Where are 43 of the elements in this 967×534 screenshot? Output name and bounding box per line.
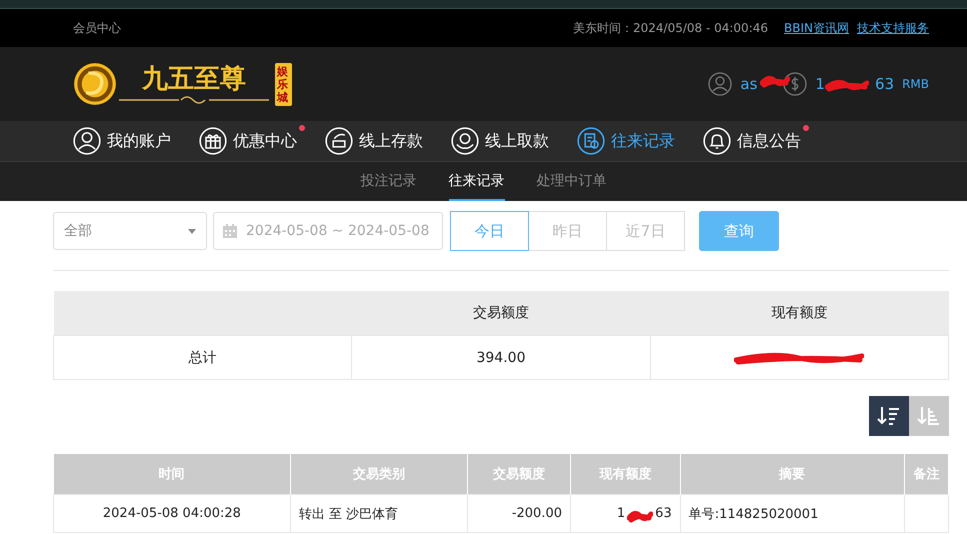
- sub-tab[interactable]: 投注记录: [360, 162, 416, 201]
- currency: RMB: [902, 77, 929, 91]
- username: as: [740, 75, 758, 93]
- type-select[interactable]: 全部: [53, 212, 207, 250]
- table-cell: 总计: [54, 336, 352, 380]
- nav-item[interactable]: 我的账户: [73, 127, 171, 155]
- nav-item[interactable]: 优惠中心: [199, 127, 297, 155]
- logo-emblem-icon: [73, 62, 117, 106]
- bell-icon: [703, 127, 731, 155]
- table-cell: 单号:114825020001: [680, 494, 904, 532]
- nav-item[interactable]: 线上取款: [451, 127, 549, 155]
- brand-name: 九五至尊: [142, 63, 246, 95]
- sub-tab[interactable]: 处理中订单: [536, 162, 606, 201]
- dollar-icon: [783, 72, 808, 96]
- balance-amount: 1: [815, 75, 825, 93]
- sort-descending-button[interactable]: [869, 396, 909, 436]
- calendar-icon: [222, 223, 238, 239]
- sort-descending-icon: [877, 404, 901, 428]
- top-link[interactable]: BBIN资讯网: [784, 20, 849, 36]
- gift-icon: [199, 127, 227, 155]
- sub-tab[interactable]: 往来记录: [448, 162, 504, 201]
- table-cell: 转出 至 沙巴体育: [290, 494, 468, 532]
- server-time: 美东时间：2024/05/08 - 04:00:46: [572, 20, 768, 36]
- caret-icon: [188, 228, 196, 234]
- sort-ascending-icon: [917, 404, 941, 428]
- nav-item[interactable]: 信息公告: [703, 127, 801, 155]
- clipboard-clock-icon: [577, 127, 605, 155]
- table-cell: -200.00: [468, 494, 571, 532]
- page-title: 会员中心: [73, 20, 121, 36]
- brand-badge: 娱乐城: [275, 62, 292, 106]
- user-icon: [73, 127, 101, 155]
- balance-amount: 63: [874, 75, 894, 93]
- user-icon: [708, 72, 732, 96]
- column-header: 现有额度: [650, 291, 948, 336]
- table-cell: 394.00: [352, 336, 650, 380]
- table-cell: 63: [655, 506, 672, 521]
- ornament-icon: [119, 95, 269, 105]
- nav-item[interactable]: 往来记录: [577, 127, 675, 155]
- nav-item[interactable]: 线上存款: [325, 127, 423, 155]
- table-cell: 2024-05-08 04:00:28: [54, 494, 290, 532]
- top-link[interactable]: 技术支持服务: [857, 20, 929, 36]
- table-cell: 1: [616, 506, 626, 521]
- column-header: 交易额度: [352, 291, 650, 336]
